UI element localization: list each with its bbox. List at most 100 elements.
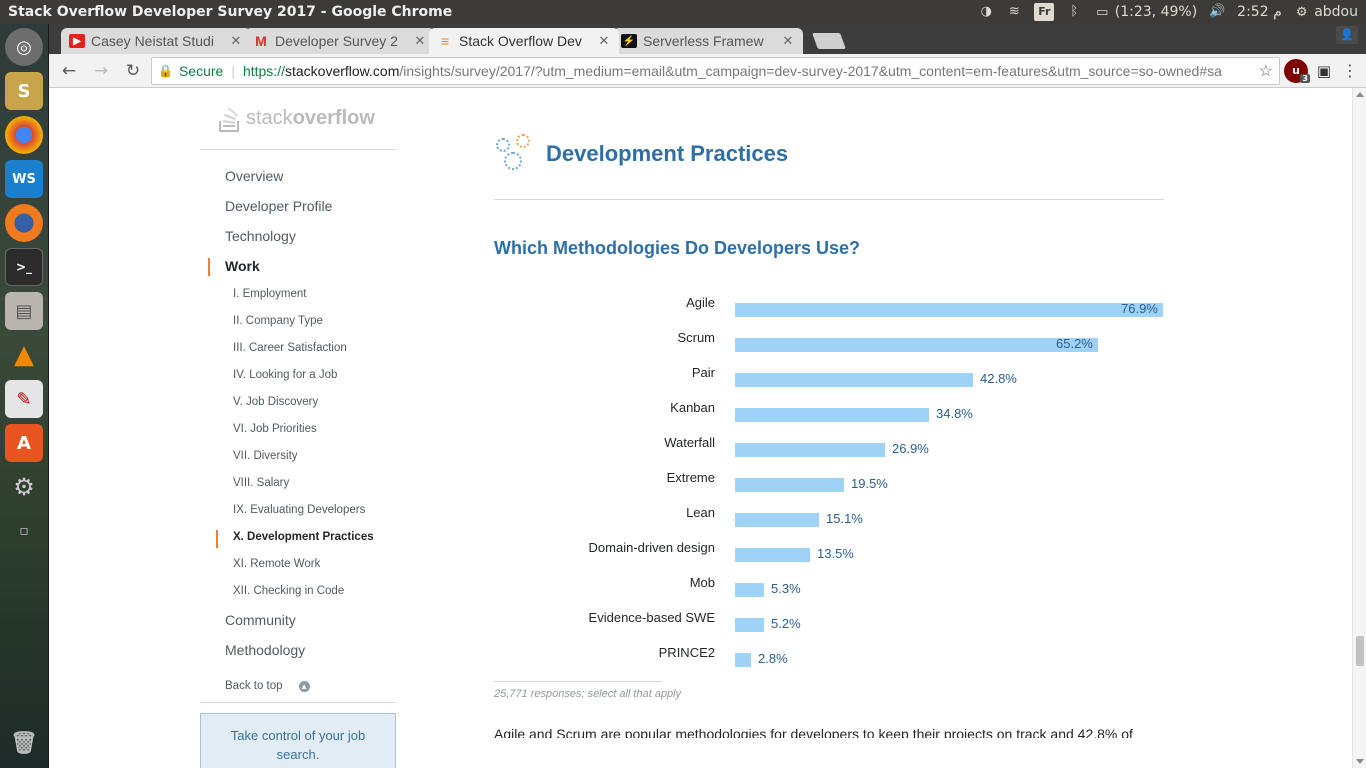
bookmark-star-icon[interactable]: ☆ <box>1259 61 1273 81</box>
software-center-icon[interactable]: A <box>5 424 43 462</box>
chrome-icon[interactable] <box>5 116 43 154</box>
bar-value-label: 76.9% <box>1121 301 1158 316</box>
sidebar-item-methodology[interactable]: Methodology <box>200 636 396 666</box>
tab-casey-neistat[interactable]: ▶ Casey Neistat Studi ✕ <box>61 28 251 54</box>
sync-icon[interactable]: ◑ <box>978 5 994 19</box>
back-button[interactable]: ← <box>55 57 83 85</box>
volume-icon[interactable]: 🔊 <box>1209 5 1225 19</box>
close-icon[interactable]: ✕ <box>229 33 243 49</box>
keyboard-layout-indicator[interactable]: Fr <box>1034 3 1055 21</box>
clock[interactable]: م 2:52 <box>1237 4 1282 20</box>
sidebar-item-technology[interactable]: Technology <box>200 222 396 252</box>
forward-button[interactable]: → <box>87 57 115 85</box>
address-separator: | <box>231 62 235 79</box>
question-title: Which Methodologies Do Developers Use? <box>494 238 861 258</box>
sidebar-item-work[interactable]: Work <box>200 252 396 282</box>
extension-icon[interactable]: ▣ <box>1312 59 1336 83</box>
sidebar-sub-job-discovery[interactable]: V. Job Discovery <box>200 390 396 417</box>
trash-icon[interactable]: 🗑 <box>5 724 43 762</box>
wifi-icon[interactable]: ≋ <box>1006 5 1022 19</box>
youtube-icon: ▶ <box>69 34 85 48</box>
survey-main-content: Development Practices Which Methodologie… <box>494 88 1164 738</box>
vlc-icon[interactable]: ▲ <box>5 336 43 374</box>
sidebar-item-overview[interactable]: Overview <box>200 162 396 192</box>
close-icon[interactable]: ✕ <box>597 33 611 49</box>
text-editor-icon[interactable]: ✎ <box>5 380 43 418</box>
bar-category-label: Waterfall <box>664 435 715 450</box>
sublime-text-icon[interactable]: S <box>5 72 43 110</box>
tab-label: Serverless Framew <box>643 33 764 49</box>
sidebar-sub-remote-work[interactable]: XI. Remote Work <box>200 552 396 579</box>
dash-icon[interactable]: ◎ <box>5 28 43 66</box>
bar <box>735 653 751 667</box>
methodologies-bar-chart: Agile 76.9% Scrum 65.2% Pair 42.8% Kanban 34.8%… <box>494 295 1164 667</box>
gear-small-icon <box>496 137 510 152</box>
scroll-down-arrow-icon[interactable] <box>1356 759 1364 764</box>
bar-value-label: 5.2% <box>771 616 801 631</box>
chart-row: Mob 5.3% <box>494 575 1164 610</box>
tab-developer-survey-mail[interactable]: M Developer Survey 2 ✕ <box>245 28 435 54</box>
sidebar-sub-employment[interactable]: I. Employment <box>200 282 396 309</box>
firefox-icon[interactable] <box>5 204 43 242</box>
reload-button[interactable]: ↻ <box>119 57 147 85</box>
system-top-panel: Stack Overflow Developer Survey 2017 - G… <box>0 0 1366 24</box>
stackoverflow-logo[interactable]: stack overflow <box>200 88 396 150</box>
bar <box>735 303 1163 317</box>
sidebar-item-community[interactable]: Community <box>200 606 396 636</box>
chart-row: Kanban 34.8% <box>494 400 1164 435</box>
battery-label: (1:23, 49%) <box>1114 4 1198 20</box>
bluetooth-icon[interactable]: ᛒ <box>1066 5 1082 19</box>
gear-orange-icon <box>516 133 530 148</box>
bar-value-label: 2.8% <box>758 651 788 666</box>
new-tab-button[interactable] <box>812 33 846 49</box>
scroll-up-arrow-icon[interactable] <box>1356 92 1364 97</box>
sidebar-sub-diversity[interactable]: VII. Diversity <box>200 444 396 471</box>
url-scheme: https:// <box>242 62 285 79</box>
sidebar-item-developer-profile[interactable]: Developer Profile <box>200 192 396 222</box>
section-title: Development Practices <box>546 140 789 166</box>
bar-value-label: 26.9% <box>892 441 929 456</box>
user-name: abdou <box>1314 4 1358 20</box>
battery-indicator[interactable]: ▭ (1:23, 49%) <box>1094 4 1197 20</box>
tab-stack-overflow[interactable]: ≡ Stack Overflow Dev ✕ <box>429 28 619 54</box>
profile-icon[interactable]: 👤 <box>1336 26 1358 44</box>
sidebar-sub-development-practices[interactable]: X. Development Practices <box>200 525 396 552</box>
logo-text-bold: overflow <box>292 107 375 129</box>
sidebar-sub-looking-for-job[interactable]: IV. Looking for a Job <box>200 363 396 390</box>
workspace-icon[interactable]: ▫ <box>5 512 43 550</box>
window-title: Stack Overflow Developer Survey 2017 - G… <box>8 4 453 20</box>
back-to-top-label: Back to top <box>225 680 283 692</box>
webstorm-icon[interactable]: WS <box>5 160 43 198</box>
bar-category-label: Evidence-based SWE <box>588 610 715 625</box>
back-to-top-link[interactable]: Back to top ▲ <box>200 666 396 703</box>
job-search-promo[interactable]: Take control of your job search. <box>200 713 396 768</box>
scrollbar-thumb[interactable] <box>1356 636 1364 666</box>
ublock-icon[interactable]: u3 <box>1284 58 1310 83</box>
sidebar-sub-career-satisfaction[interactable]: III. Career Satisfaction <box>200 336 396 363</box>
sidebar-sub-company-type[interactable]: II. Company Type <box>200 309 396 336</box>
page-scrollbar[interactable] <box>1352 88 1366 768</box>
sidebar-sub-job-priorities[interactable]: VI. Job Priorities <box>200 417 396 444</box>
survey-sidebar: stack overflow Overview Developer Profile… <box>200 88 396 768</box>
chart-row: Evidence-based SWE 5.2% <box>494 610 1164 645</box>
bar <box>735 338 1098 352</box>
files-icon[interactable]: ▤ <box>5 292 43 330</box>
close-icon[interactable]: ✕ <box>781 33 795 49</box>
chrome-menu-icon[interactable]: ⋮ <box>1340 61 1360 80</box>
tab-serverless[interactable]: ⚡ Serverless Framew ✕ <box>613 28 803 54</box>
chart-row: PRINCE2 2.8% <box>494 645 1164 680</box>
bar <box>735 373 973 387</box>
promo-text: Take control of your job search. <box>230 728 366 762</box>
sidebar-sub-checking-in-code[interactable]: XII. Checking in Code <box>200 579 396 606</box>
logo-text-light: stack <box>246 107 293 129</box>
settings-icon[interactable]: ⚙ <box>5 468 43 506</box>
bar-value-label: 15.1% <box>826 511 863 526</box>
terminal-icon[interactable]: >_ <box>5 248 43 286</box>
user-menu[interactable]: ⚙ abdou <box>1294 4 1358 20</box>
browser-window: ▶ Casey Neistat Studi ✕ M Developer Surv… <box>49 24 1366 768</box>
close-icon[interactable]: ✕ <box>413 33 427 49</box>
sidebar-sub-evaluating-developers[interactable]: IX. Evaluating Developers <box>200 498 396 525</box>
address-bar[interactable]: 🔒 Secure | https:// stackoverflow.com /i… <box>151 56 1280 85</box>
bar-value-label: 34.8% <box>936 406 973 421</box>
sidebar-sub-salary[interactable]: VIII. Salary <box>200 471 396 498</box>
